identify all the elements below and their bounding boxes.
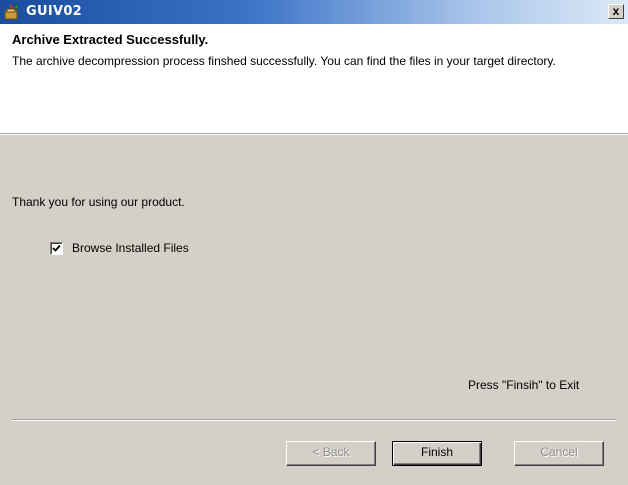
header-title: Archive Extracted Successfully. (12, 32, 209, 47)
thank-you-text: Thank you for using our product. (12, 195, 185, 209)
back-button[interactable]: < Back (286, 441, 376, 466)
setup-app-icon (4, 4, 20, 20)
exit-hint: Press "Finsih" to Exit (468, 378, 580, 392)
browse-installed-files-checkbox[interactable]: Browse Installed Files (50, 241, 189, 255)
header-description: The archive decompression process finshe… (12, 54, 556, 68)
footer-divider (12, 419, 616, 421)
checkbox-box[interactable] (50, 241, 63, 255)
header-divider (0, 133, 628, 135)
title-bar[interactable]: GUIV02 x (0, 0, 628, 24)
cancel-button[interactable]: Cancel (514, 441, 604, 466)
close-icon: x (612, 4, 620, 18)
browse-installed-files-label[interactable]: Browse Installed Files (72, 241, 189, 255)
close-button[interactable]: x (608, 4, 624, 19)
finish-button[interactable]: Finish (392, 441, 482, 466)
checkmark-icon (52, 244, 61, 252)
window-title: GUIV02 (26, 4, 83, 19)
